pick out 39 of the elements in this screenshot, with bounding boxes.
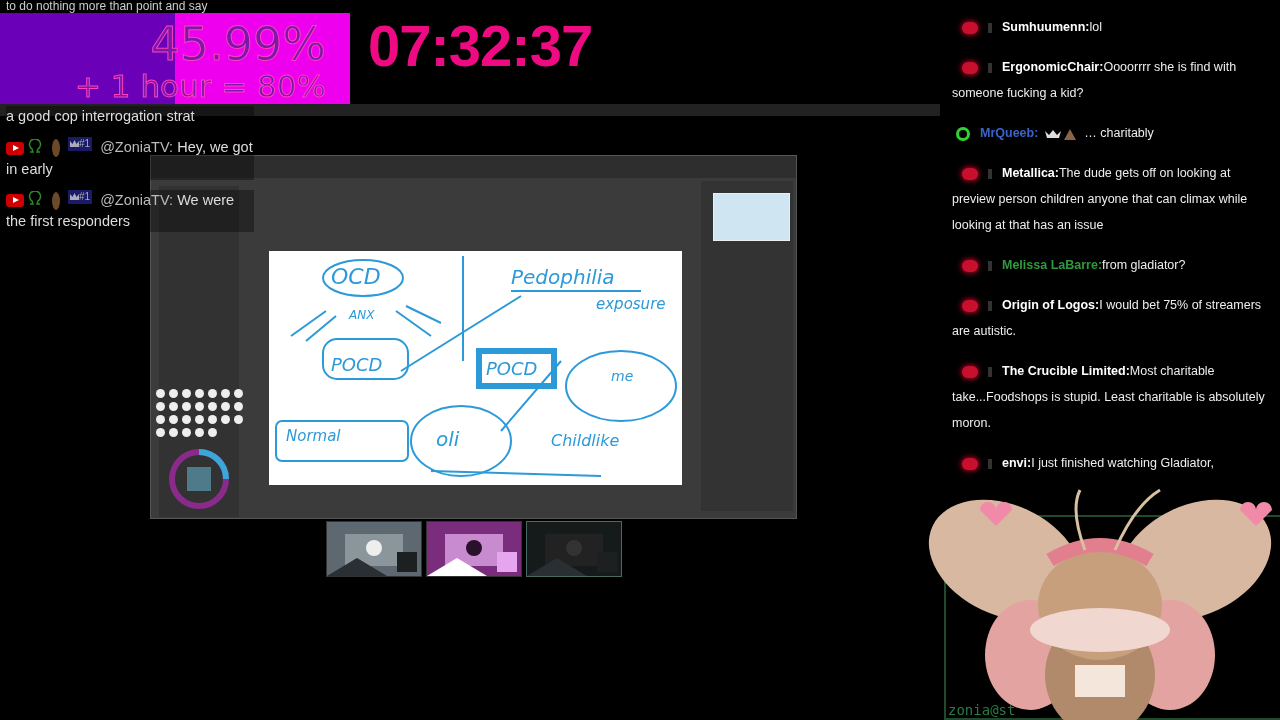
youtube-icon <box>962 61 978 74</box>
sketch-label: oli <box>436 427 460 451</box>
youtube-icon <box>6 194 24 208</box>
youtube-icon <box>962 167 978 180</box>
chat-message: a good cop interrogation strat <box>6 106 254 127</box>
sketch-canvas[interactable]: OCD ANX POCD Pedophilia exposure POCD me Normal oli Childlike <box>269 251 682 485</box>
chat-message: Sumhuumenn:lol <box>952 14 1272 40</box>
sketch-label: Pedophilia <box>511 265 615 289</box>
crown-badge: #1 <box>68 137 93 151</box>
chat-message: The Crucible Limited:Most charitable take...Foodshops is stupid. Least charitable is absolutely moron. <box>952 363 1266 432</box>
youtube-icon <box>6 141 24 155</box>
youtube-icon <box>962 299 978 312</box>
chat-message: #1 @ZoniaTV: We were the first responders <box>6 189 254 233</box>
chat-message: Metallica:The dude gets off on looking at preview person children anyone that can climax while looking at that has an issue <box>952 165 1249 234</box>
youtube-icon <box>962 21 978 34</box>
youtube-icon <box>962 259 978 272</box>
sketch-label: Normal <box>286 427 341 445</box>
sketch-label: me <box>611 368 634 384</box>
ring-icon <box>956 126 970 141</box>
chat-message: #1 @ZoniaTV: Hey, we got in early <box>6 137 254 180</box>
youtube-icon <box>962 457 978 470</box>
chat-message: to do nothing more than point and say <box>6 0 208 13</box>
stream-timer: 07:32:37 <box>368 12 593 79</box>
sketch-label: OCD <box>331 264 381 289</box>
sketch-label: POCD <box>486 358 538 379</box>
feather-icon <box>52 139 60 158</box>
color-wheel-icon[interactable] <box>167 447 231 511</box>
chat-message: Melissa LaBarre:from gladiator? <box>952 252 1272 278</box>
feather-icon <box>52 191 60 210</box>
sketch-label: exposure <box>596 295 666 313</box>
sketch-label: POCD <box>331 354 383 375</box>
chat-message: MrQueeb: … charitably <box>952 120 1272 146</box>
chat-message: ErgonomicChair:Oooorrrr she is find with someone fucking a kid? <box>952 59 1238 102</box>
chat-message: envi:I just finished watching Gladiator, <box>952 450 1272 476</box>
sketch-label: ANX <box>349 308 375 322</box>
youtube-icon <box>962 365 978 378</box>
crown-badge: #1 <box>68 189 93 204</box>
sketch-label: Childlike <box>551 431 620 450</box>
chat-message: Origin of Logos:I would bet 75% of streamers are autistic. <box>952 297 1263 340</box>
